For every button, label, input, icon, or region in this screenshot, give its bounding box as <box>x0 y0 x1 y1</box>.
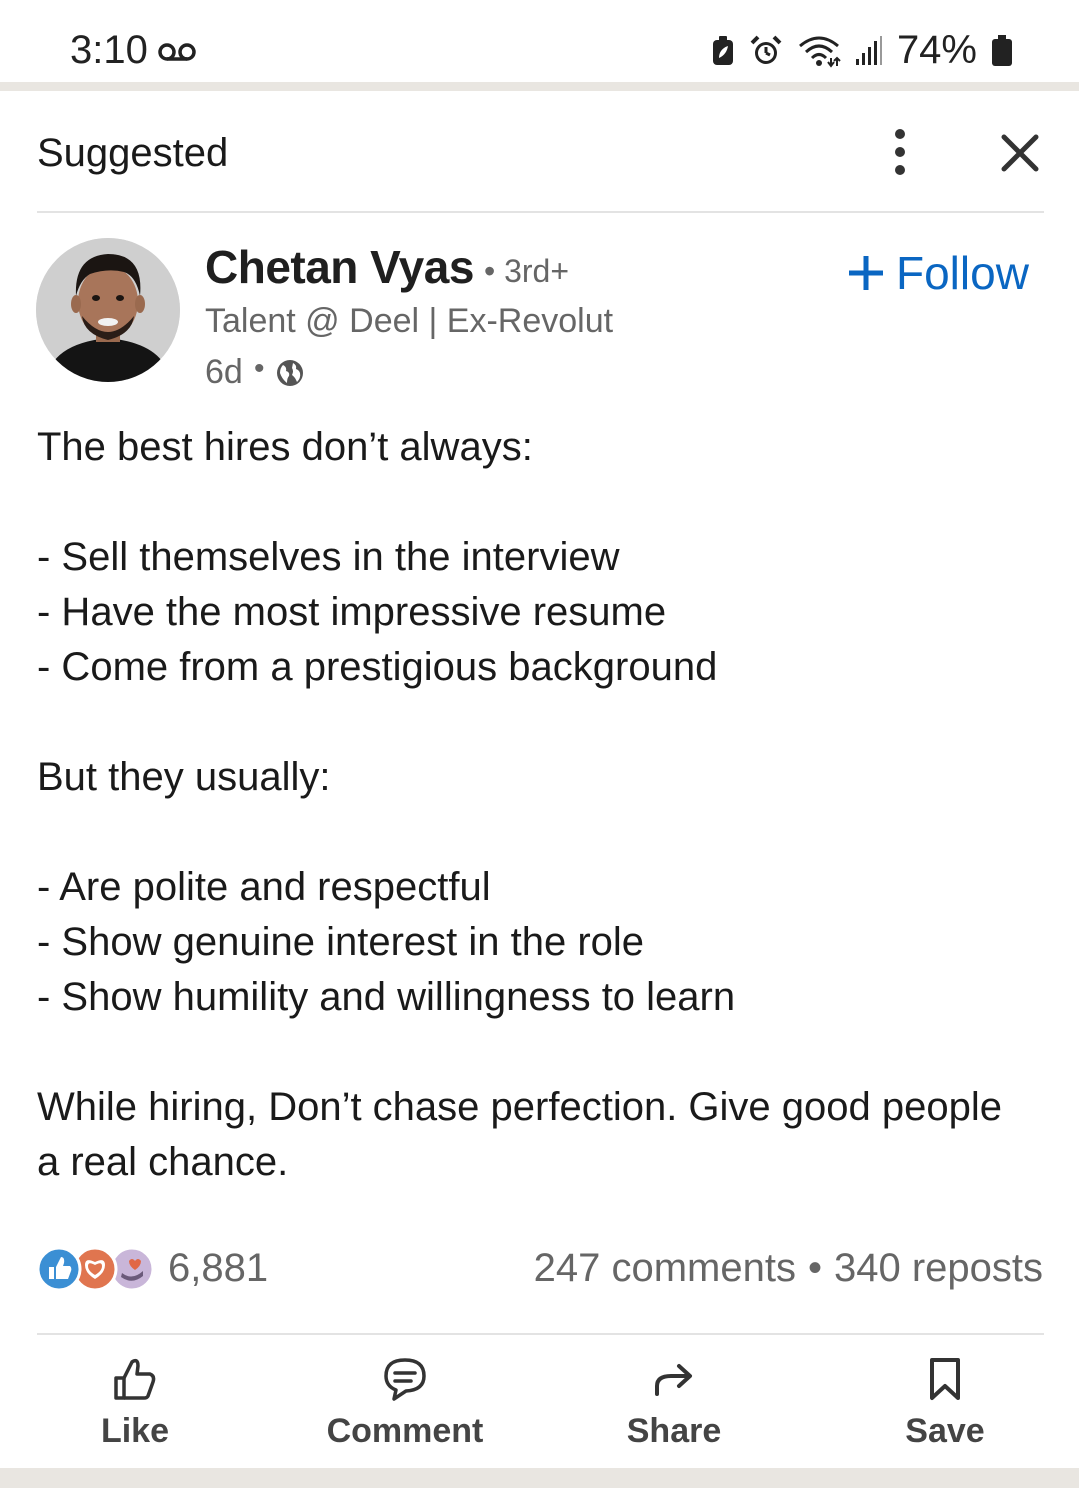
post-header: Suggested <box>0 91 1079 212</box>
save-label: Save <box>905 1412 985 1450</box>
voicemail-icon <box>158 43 196 61</box>
alarm-icon <box>750 35 782 64</box>
connection-degree: • 3rd+ <box>484 253 570 289</box>
post-line: The best hires don’t always: <box>37 425 533 469</box>
status-bar-divider <box>0 82 1079 91</box>
comment-icon <box>384 1358 426 1401</box>
post-line: - Are polite and respectful <box>37 865 491 909</box>
social-counts: 247 comments • 340 reposts <box>534 1246 1043 1291</box>
actions-divider <box>37 1333 1044 1335</box>
post-line: - Have the most impressive resume <box>37 590 667 634</box>
counts-separator: • <box>807 1246 822 1290</box>
comment-button[interactable]: Comment <box>325 1350 485 1460</box>
thumbs-up-icon <box>114 1358 156 1400</box>
plus-icon <box>849 256 883 290</box>
follow-label: Follow <box>896 247 1029 299</box>
share-label: Share <box>626 1412 722 1450</box>
more-vertical-icon[interactable] <box>884 127 916 177</box>
post-line: While hiring, Don’t chase perfection. Gi… <box>37 1085 1002 1129</box>
share-arrow-icon <box>655 1364 692 1396</box>
bookmark-icon <box>930 1358 960 1400</box>
save-button[interactable]: Save <box>900 1350 990 1460</box>
reaction-count[interactable]: 6,881 <box>168 1246 268 1291</box>
post-line: - Come from a prestigious background <box>37 645 718 689</box>
suggested-label: Suggested <box>37 131 229 175</box>
avatar[interactable] <box>36 238 180 382</box>
like-button[interactable]: Like <box>95 1350 175 1460</box>
bottom-separator <box>0 1468 1079 1488</box>
battery-icon <box>992 34 1012 66</box>
close-icon[interactable] <box>996 129 1044 177</box>
like-label: Like <box>100 1412 170 1450</box>
battery-percent: 74% <box>896 28 977 72</box>
signal-icon <box>855 35 882 65</box>
reaction-icons[interactable] <box>37 1243 157 1295</box>
follow-button[interactable]: Follow <box>846 244 1046 302</box>
post-line: - Sell themselves in the interview <box>37 535 620 579</box>
time-separator: • <box>254 352 265 385</box>
wifi-icon <box>798 36 841 68</box>
header-divider <box>37 211 1044 213</box>
avatar-photo <box>36 238 180 382</box>
post-line: a real chance. <box>37 1140 289 1184</box>
reposts-count[interactable]: 340 reposts <box>834 1246 1043 1291</box>
share-button[interactable]: Share <box>624 1350 724 1460</box>
post-line: - Show genuine interest in the role <box>37 920 645 964</box>
comments-count[interactable]: 247 comments <box>534 1246 796 1291</box>
status-time: 3:10 <box>70 28 148 72</box>
globe-icon <box>277 360 303 386</box>
comment-label: Comment <box>326 1412 484 1450</box>
post-line: - Show humility and willingness to learn <box>37 975 736 1019</box>
post-time: 6d <box>205 353 243 391</box>
author-name[interactable]: Chetan Vyas <box>205 240 474 294</box>
author-headline: Talent @ Deel | Ex-Revolut <box>205 302 614 340</box>
battery-saver-icon <box>712 35 733 65</box>
status-bar: 3:10 74% <box>0 0 1079 82</box>
like-reaction-icon <box>37 1246 82 1292</box>
post-line: But they usually: <box>37 755 331 799</box>
